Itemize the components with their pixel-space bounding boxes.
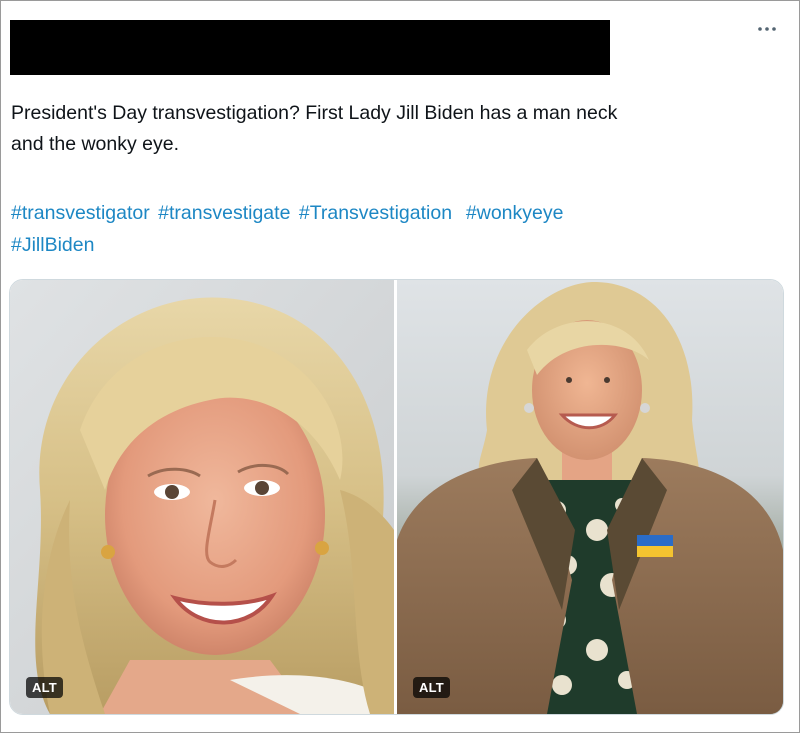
redacted-author-header — [10, 20, 610, 75]
outdoor-portrait-image — [397, 280, 783, 714]
more-horizontal-icon — [758, 27, 776, 31]
alt-text-badge[interactable]: ALT — [413, 677, 450, 698]
tweet-card: President's Day transvestigation? First … — [0, 0, 800, 733]
hashtag-link[interactable]: #wonkyeye — [466, 202, 564, 224]
more-options-button[interactable] — [753, 19, 781, 39]
tweet-text: President's Day transvestigation? First … — [11, 102, 618, 155]
hashtag-link[interactable]: #Transvestigation — [299, 202, 452, 224]
media-grid: ALT ALT — [9, 279, 784, 715]
hashtag-link[interactable]: #transvestigator — [11, 202, 150, 224]
alt-text-badge[interactable]: ALT — [26, 677, 63, 698]
closeup-portrait-image — [10, 280, 394, 714]
photo-outdoor-portrait[interactable]: ALT — [397, 280, 783, 714]
photo-closeup-portrait[interactable]: ALT — [10, 280, 394, 714]
hashtag-link[interactable]: #JillBiden — [11, 234, 94, 256]
hashtag-link[interactable]: #transvestigate — [158, 202, 290, 224]
hashtag-list: #transvestigator #transvestigate #Transv… — [11, 197, 771, 261]
